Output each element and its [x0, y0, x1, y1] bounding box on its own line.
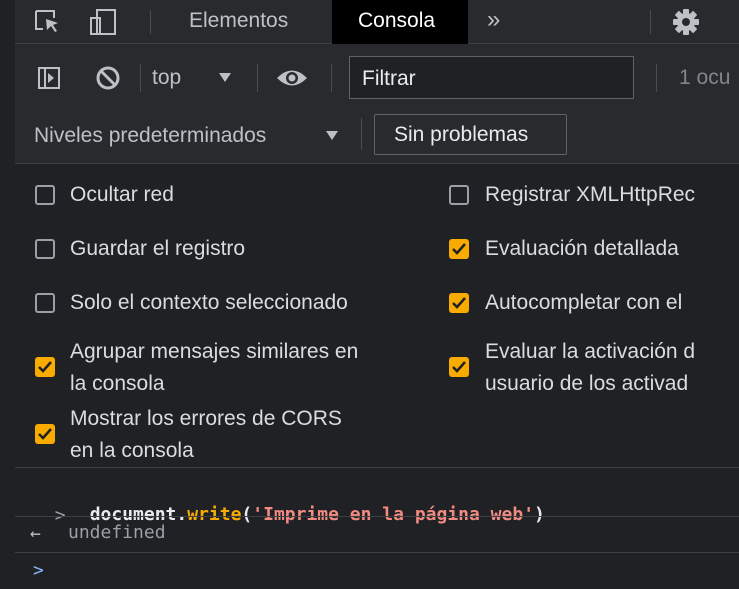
live-expression-eye-icon[interactable]: [275, 67, 309, 89]
toolbar-separator-3: [331, 64, 332, 92]
hide-network-checkbox[interactable]: [35, 185, 55, 205]
tab-console-label: Consola: [358, 9, 436, 32]
result-prompt-icon: ←: [30, 523, 41, 544]
selected-context-only-label: Solo el contexto seleccionado: [70, 291, 348, 314]
device-toolbar-icon[interactable]: [89, 8, 119, 36]
context-selector-label: top: [152, 66, 182, 89]
show-cors-errors-label-line2: en la consola: [70, 439, 194, 462]
eager-evaluation-checkbox[interactable]: [449, 239, 469, 259]
more-tabs-button[interactable]: »: [487, 6, 500, 34]
console-divider-1: [15, 516, 739, 517]
code-string: 'Imprime en la página web': [252, 504, 535, 525]
sidebar-toggle-icon[interactable]: [37, 66, 61, 90]
dropdown-arrow-icon: [325, 128, 339, 146]
context-selector[interactable]: top: [152, 66, 244, 92]
gear-icon[interactable]: [672, 8, 700, 36]
group-similar-checkbox[interactable]: [35, 357, 55, 377]
log-xhr-checkbox[interactable]: [449, 185, 469, 205]
eager-evaluation-label: Evaluación detallada: [485, 237, 679, 260]
hide-network-label: Ocultar red: [70, 183, 174, 206]
toolbar-separator-1: [140, 64, 141, 92]
code-close-paren: ): [534, 504, 545, 525]
console-divider-2: [15, 552, 739, 553]
preserve-log-label: Guardar el registro: [70, 237, 246, 260]
issues-button-label: Sin problemas: [394, 123, 529, 146]
console-prompt-input[interactable]: [60, 556, 730, 584]
console-input-row: >: [33, 484, 66, 526]
tab-elements[interactable]: Elementos: [189, 9, 288, 33]
show-cors-errors-label-line1: Mostrar los errores de CORS: [70, 407, 342, 430]
toolbar-separator-2: [257, 64, 258, 92]
tabbar-separator-right: [650, 10, 651, 34]
clear-console-icon[interactable]: [95, 65, 121, 91]
user-activation-checkbox[interactable]: [449, 357, 469, 377]
console-input-code[interactable]: document.write('Imprime en la página web…: [68, 483, 545, 525]
new-input-prompt-icon: >: [33, 560, 44, 581]
log-xhr-label: Registrar XMLHttpRec: [485, 183, 696, 206]
issues-button[interactable]: Sin problemas: [374, 114, 567, 155]
autocomplete-history-label: Autocompletar con el: [485, 291, 683, 314]
selected-context-only-checkbox[interactable]: [35, 293, 55, 313]
show-cors-errors-checkbox[interactable]: [35, 424, 55, 444]
toolbar-separator-4: [656, 64, 657, 92]
group-similar-label-line2: la consola: [70, 372, 165, 395]
log-levels-dropdown[interactable]: Niveles predeterminados: [34, 124, 344, 152]
autocomplete-history-checkbox[interactable]: [449, 293, 469, 313]
filter-input-text: Filtrar: [362, 67, 416, 90]
tabbar-separator: [150, 10, 151, 34]
log-levels-label: Niveles predeterminados: [34, 124, 267, 147]
group-similar-label-line1: Agrupar mensajes similares en: [70, 340, 359, 363]
code-open-paren: (: [241, 504, 253, 525]
filter-input[interactable]: Filtrar: [349, 56, 634, 99]
user-activation-label-line1: Evaluar la activación d: [485, 340, 696, 363]
inspect-element-icon[interactable]: [34, 9, 62, 35]
console-result-value[interactable]: undefined: [68, 522, 166, 543]
dropdown-arrow-icon: [218, 70, 232, 88]
preserve-log-checkbox[interactable]: [35, 239, 55, 259]
issues-count[interactable]: 1 ocu: [679, 66, 730, 90]
levels-separator: [361, 118, 362, 150]
tab-console[interactable]: Consola: [332, 0, 468, 44]
user-activation-label-line2: usuario de los activad: [485, 372, 689, 395]
code-method: write: [187, 504, 242, 525]
